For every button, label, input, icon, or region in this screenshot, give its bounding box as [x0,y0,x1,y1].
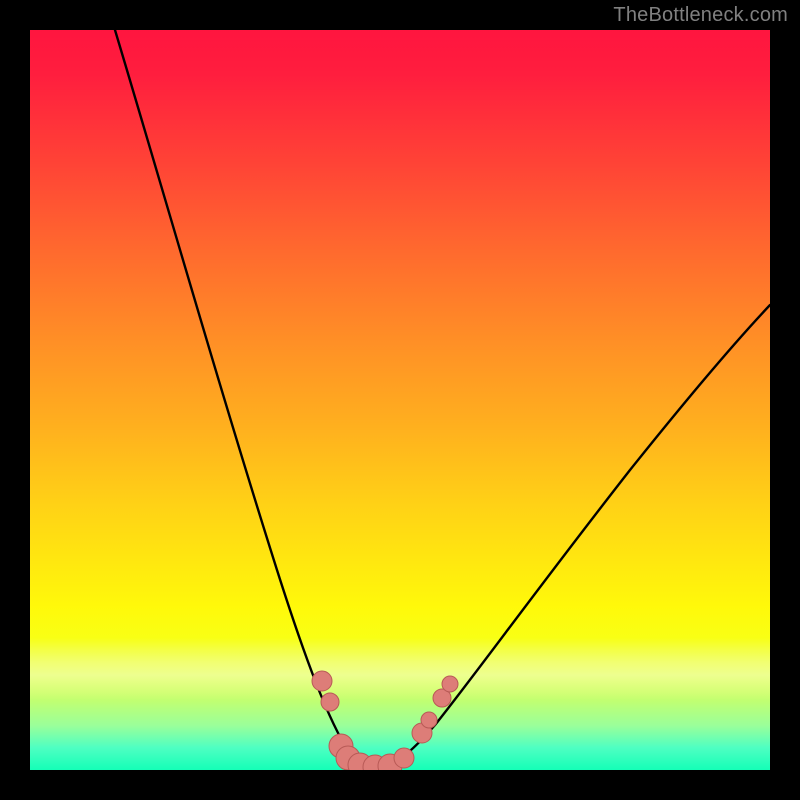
plot-gradient-background [30,30,770,770]
watermark-text: TheBottleneck.com [613,4,788,27]
chart-stage: TheBottleneck.com [0,0,800,800]
